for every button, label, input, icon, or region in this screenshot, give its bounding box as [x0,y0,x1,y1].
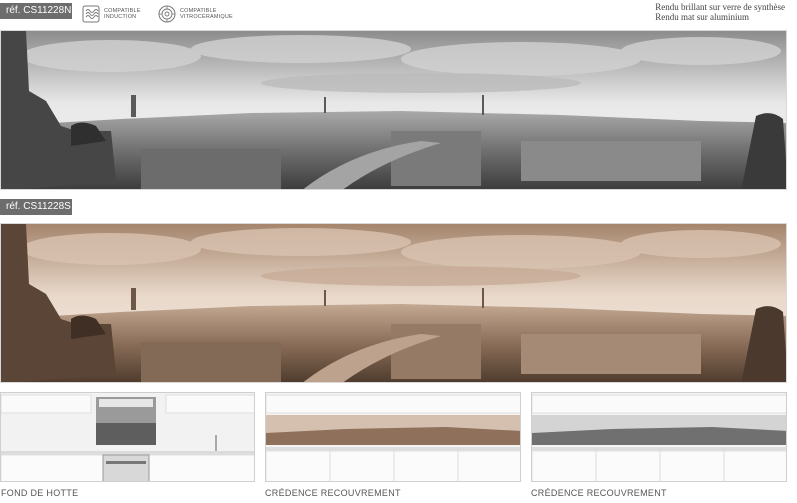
preview-label-3: CRÉDENCE RECOUVREMENT [531,488,667,498]
ref-tag-grayscale: réf. CS11228N [0,3,72,19]
preview-label-2: CRÉDENCE RECOUVREMENT [265,488,401,498]
rendu-glossy-text: Rendu brillant sur verre de synthèse [655,2,785,12]
vitroceramic-burner-icon [158,5,176,23]
compat-vitro-badge: COMPATIBLE VITROCÉRAMIQUE [158,5,233,23]
rendering-note: Rendu brillant sur verre de synthèse Ren… [655,2,785,22]
compat-vitro-line2: VITROCÉRAMIQUE [180,14,233,20]
ref-tag-sepia: réf. CS11228S [0,199,72,215]
panorama-sepia [0,223,787,383]
compat-induction-badge: COMPATIBLE INDUCTION [82,5,141,23]
panorama-grayscale [0,30,787,190]
induction-coil-icon [82,5,100,23]
compat-induction-line2: INDUCTION [104,14,137,20]
paris-panorama-sepia-image [1,224,786,382]
preview-label-1: FOND DE HOTTE [1,488,79,498]
preview-credence-grayscale [531,392,787,482]
compat-induction-line1: COMPATIBLE [104,7,141,14]
preview-credence-sepia [265,392,521,482]
preview-fond-de-hotte [0,392,255,482]
kitchen-credence-sepia-preview-image [266,393,520,481]
compat-vitro-line1: COMPATIBLE [180,7,217,14]
kitchen-credence-grayscale-preview-image [532,393,786,481]
rendu-matte-text: Rendu mat sur aluminium [655,12,750,22]
paris-panorama-grayscale-image [1,31,786,189]
kitchen-hood-preview-image [1,393,254,481]
